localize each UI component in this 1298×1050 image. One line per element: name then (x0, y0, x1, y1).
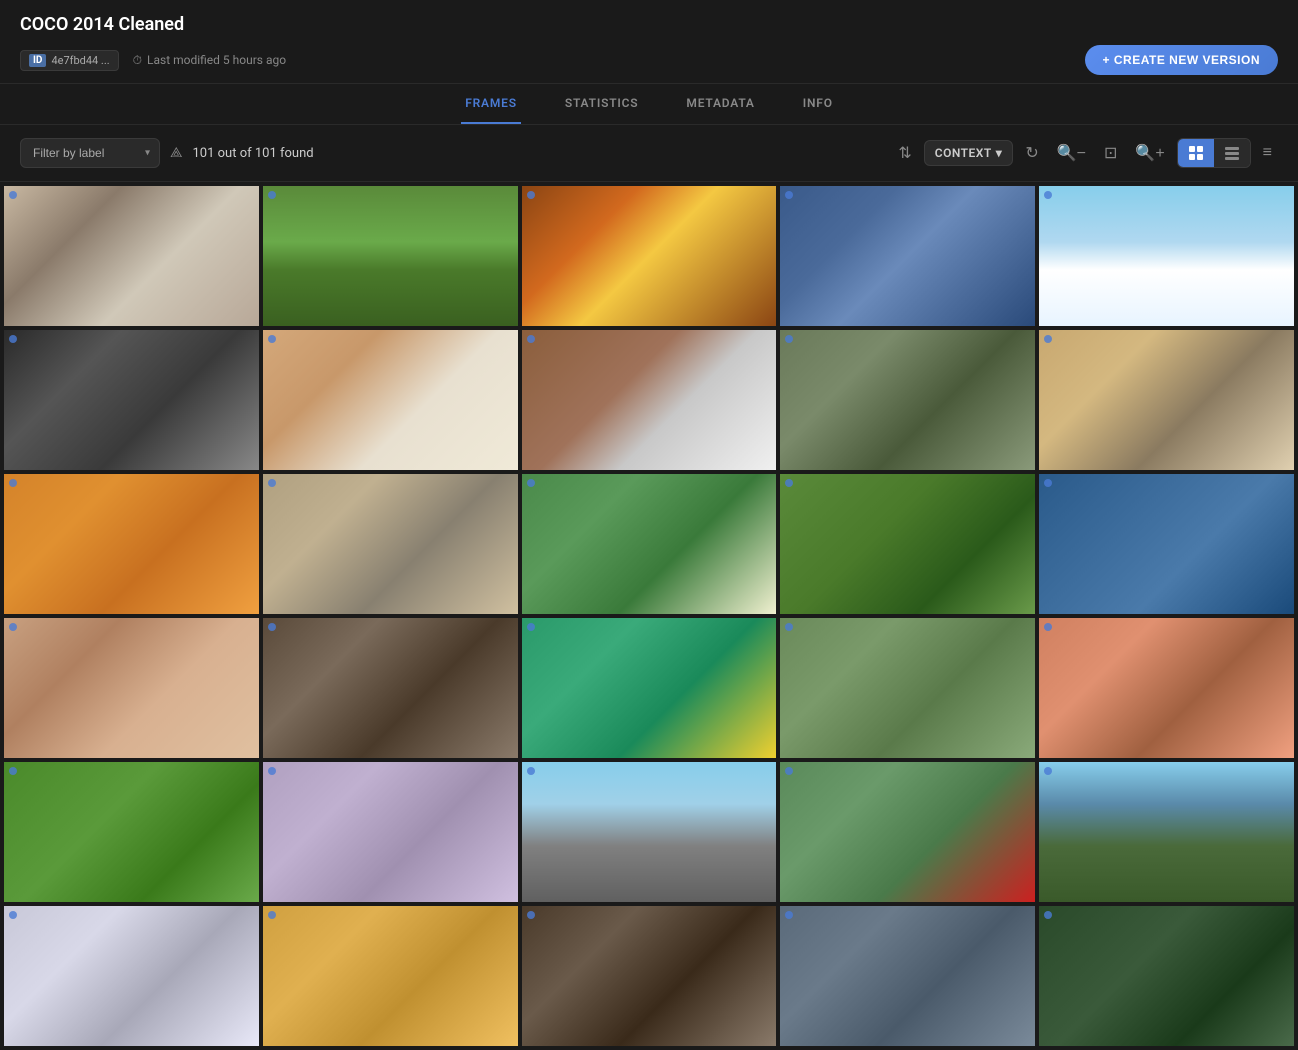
list-item[interactable] (4, 618, 259, 758)
list-item[interactable] (1039, 186, 1294, 326)
list-item[interactable] (780, 762, 1035, 902)
filter-icon[interactable]: ⟁ (170, 145, 183, 161)
list-item[interactable] (522, 330, 777, 470)
list-item[interactable] (522, 906, 777, 1046)
project-title: COCO 2014 Cleaned (20, 14, 1278, 35)
tab-info[interactable]: INFO (799, 84, 837, 124)
more-options-button[interactable]: ≡ (1257, 138, 1278, 168)
tab-statistics[interactable]: STATISTICS (561, 84, 643, 124)
list-item[interactable] (263, 762, 518, 902)
list-item[interactable] (4, 906, 259, 1046)
fit-button[interactable]: ⊡ (1098, 137, 1123, 169)
found-count: 101 out of 101 found (193, 146, 883, 161)
toolbar-right: ⇅ CONTEXT ▾ ↻ 🔍− ⊡ 🔍+ (892, 137, 1278, 169)
last-modified-text: Last modified 5 hours ago (147, 53, 286, 67)
last-modified: ⏱ Last modified 5 hours ago (133, 53, 286, 68)
sort-button[interactable]: ⇅ (892, 137, 917, 169)
list-item[interactable] (263, 906, 518, 1046)
list-item[interactable] (522, 474, 777, 614)
create-new-version-button[interactable]: + CREATE NEW VERSION (1085, 45, 1278, 75)
grid-view-button[interactable] (1178, 139, 1214, 167)
list-item[interactable] (1039, 762, 1294, 902)
list-item[interactable] (4, 330, 259, 470)
context-label: CONTEXT (935, 146, 992, 160)
list-item[interactable] (780, 906, 1035, 1046)
list-item[interactable] (522, 618, 777, 758)
list-item[interactable] (1039, 618, 1294, 758)
list-item[interactable] (522, 186, 777, 326)
list-item[interactable] (1039, 474, 1294, 614)
zoom-in-button[interactable]: 🔍+ (1129, 137, 1170, 169)
list-item[interactable] (1039, 906, 1294, 1046)
tab-metadata[interactable]: METADATA (682, 84, 758, 124)
header-meta: ID 4e7fbd44 ... ⏱ Last modified 5 hours … (20, 45, 1278, 75)
clock-icon: ⏱ (133, 53, 142, 68)
id-label: ID (29, 54, 46, 67)
header: COCO 2014 Cleaned ID 4e7fbd44 ... ⏱ Last… (0, 0, 1298, 84)
list-item[interactable] (263, 330, 518, 470)
list-item[interactable] (263, 186, 518, 326)
list-item[interactable] (4, 474, 259, 614)
id-value: 4e7fbd44 ... (51, 54, 109, 67)
image-grid (0, 182, 1298, 1050)
list-item[interactable] (1039, 330, 1294, 470)
list-item[interactable] (522, 762, 777, 902)
header-left: ID 4e7fbd44 ... ⏱ Last modified 5 hours … (20, 50, 286, 71)
list-item[interactable] (263, 474, 518, 614)
tab-bar: FRAMES STATISTICS METADATA INFO (0, 84, 1298, 125)
chevron-down-icon: ▾ (996, 146, 1003, 160)
list-item[interactable] (780, 474, 1035, 614)
list-item[interactable] (263, 618, 518, 758)
list-item[interactable] (780, 330, 1035, 470)
list-view-button[interactable] (1214, 139, 1250, 167)
filter-by-label-select[interactable]: Filter by label (20, 138, 160, 168)
context-dropdown[interactable]: CONTEXT ▾ (924, 140, 1014, 166)
view-toggle (1177, 138, 1251, 168)
tab-frames[interactable]: FRAMES (461, 84, 521, 124)
refresh-button[interactable]: ↻ (1019, 137, 1044, 169)
list-item[interactable] (4, 762, 259, 902)
zoom-out-button[interactable]: 🔍− (1051, 137, 1092, 169)
list-item[interactable] (780, 186, 1035, 326)
id-badge[interactable]: ID 4e7fbd44 ... (20, 50, 119, 71)
list-item[interactable] (4, 186, 259, 326)
filter-wrapper[interactable]: Filter by label (20, 138, 160, 168)
toolbar: Filter by label ⟁ 101 out of 101 found ⇅… (0, 125, 1298, 182)
list-item[interactable] (780, 618, 1035, 758)
